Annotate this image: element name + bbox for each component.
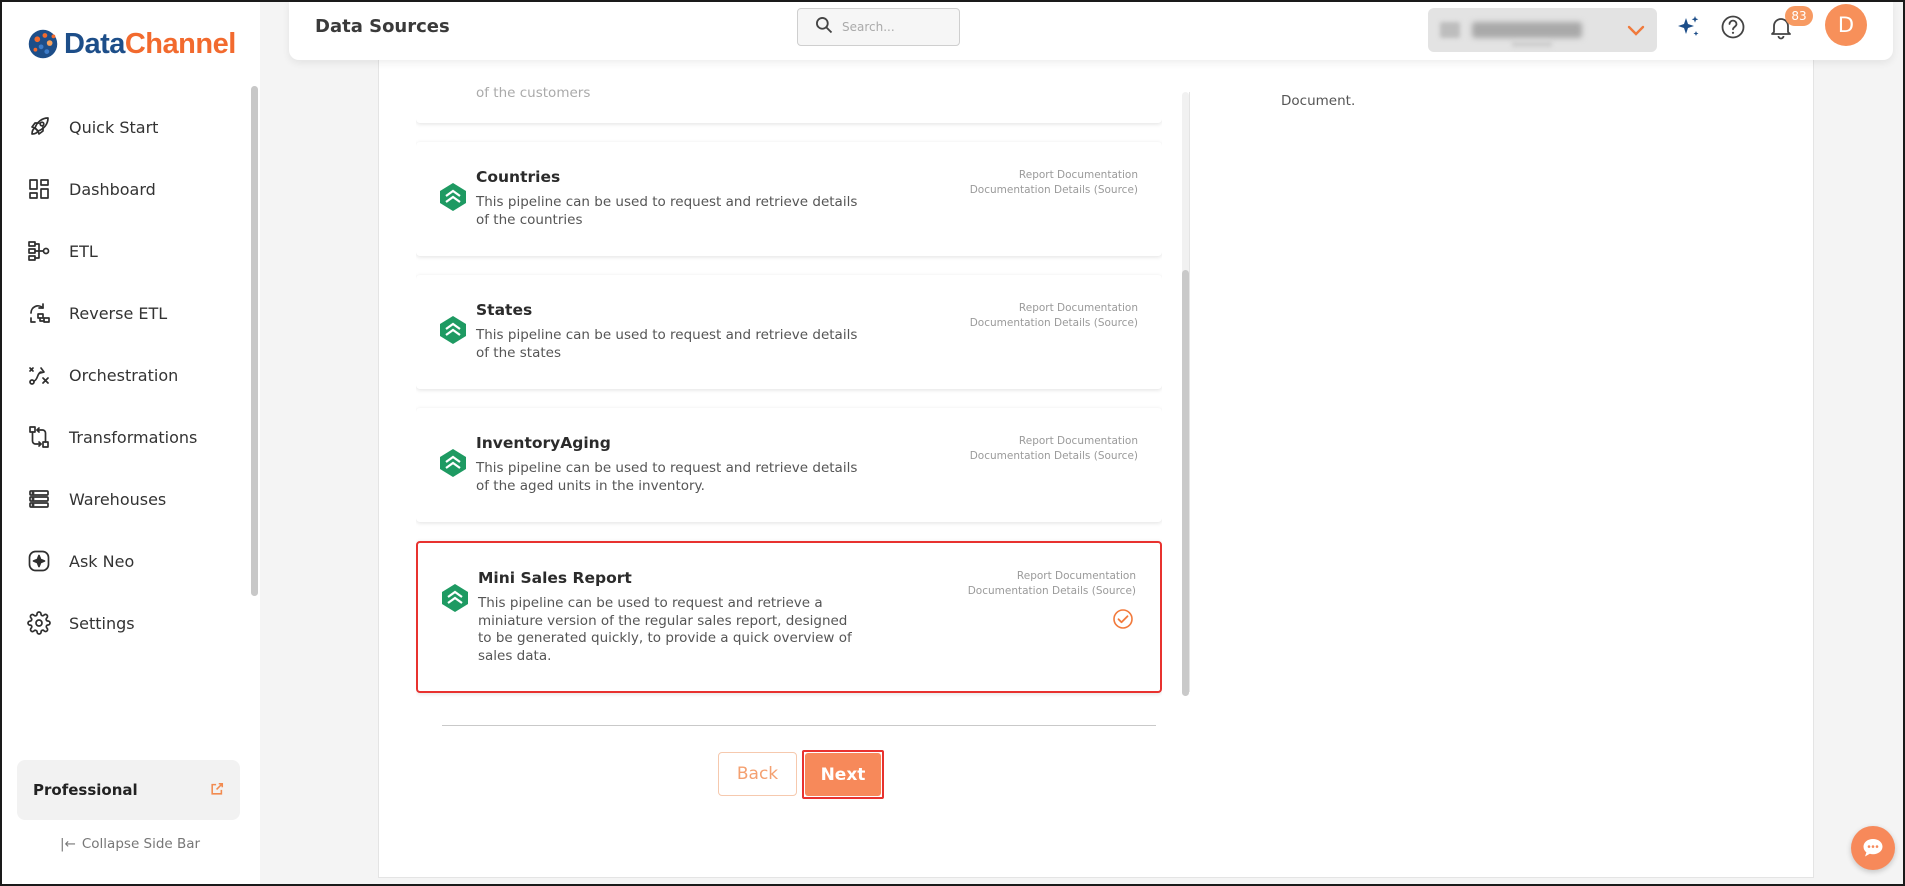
pipeline-name: Countries [476,168,561,186]
pipeline-name: Mini Sales Report [478,569,632,587]
selected-check-icon [1113,609,1133,629]
collapse-arrow-icon: |← [60,836,76,852]
pipeline-card-previous[interactable]: of the customers [416,60,1162,123]
sidebar-item-settings[interactable]: Settings [0,592,250,654]
chat-support-button[interactable] [1851,826,1895,870]
documentation-details-link[interactable]: Documentation Details (Source) [970,449,1138,464]
orchestration-icon [26,362,52,388]
external-link-icon[interactable] [210,781,224,800]
pipeline-description: This pipeline can be used to request and… [476,460,858,494]
sidebar-item-label: Reverse ETL [69,303,168,323]
pipeline-list-scrollbar-thumb[interactable] [1182,270,1189,696]
documentation-details-link[interactable]: Documentation Details (Source) [970,316,1138,331]
datachannel-logo[interactable]: DataChannel [24,22,236,66]
transformations-icon [26,424,52,450]
sidebar-item-orchestration[interactable]: Orchestration [0,344,250,406]
plan-card[interactable]: Professional [17,760,240,820]
sidebar-scrollbar-thumb[interactable] [251,86,258,596]
pipeline-description: This pipeline can be used to request and… [476,194,858,228]
report-documentation-link[interactable]: Report Documentation [970,168,1138,183]
next-button-highlight: Next [802,750,884,799]
search-box[interactable] [797,8,960,46]
collapse-sidebar-label: Collapse Side Bar [81,836,201,852]
pipeline-card-inventoryaging[interactable]: InventoryAging This pipeline can be used… [416,408,1162,522]
search-input[interactable] [842,20,952,34]
rocket-icon [26,114,52,140]
pipeline-name: States [476,301,533,319]
sidebar-item-label: ETL [69,241,98,261]
plan-name: Professional [33,781,138,799]
pipeline-list-scrollbar[interactable] [1182,92,1189,696]
pipeline-card-mini-sales-report[interactable]: Mini Sales Report This pipeline can be u… [416,541,1162,693]
pipeline-doc-links: Report Documentation Documentation Detai… [970,434,1138,464]
user-avatar[interactable]: D [1825,4,1867,46]
pipeline-logo-icon [440,183,466,211]
sidebar-nav: Quick Start Dashboard ETL Reverse ETL Or… [0,96,250,654]
report-documentation-link[interactable]: Report Documentation [968,569,1136,584]
pipeline-logo-icon [440,316,466,344]
chat-bubble-icon [1863,839,1883,857]
sidebar-item-label: Ask Neo [69,551,135,571]
brand-name: DataChannel [64,27,236,60]
pipeline-doc-links: Report Documentation Documentation Detai… [970,301,1138,331]
help-icon[interactable] [1718,12,1748,42]
sidebar-item-label: Orchestration [69,365,179,385]
pipeline-logo-icon [442,584,468,612]
chevron-down-icon [1627,22,1645,41]
sidebar: DataChannel Quick Start Dashboard ETL Re… [0,0,260,886]
ai-sparkle-icon[interactable] [1673,12,1703,42]
search-icon [814,15,834,39]
back-button[interactable]: Back [718,752,797,796]
sidebar-item-dashboard[interactable]: Dashboard [0,158,250,220]
pipeline-description: of the customers [476,85,591,101]
sidebar-item-ask-neo[interactable]: Ask Neo [0,530,250,592]
workspace-name-blurred [1472,22,1582,38]
etl-icon [26,238,52,264]
sidebar-item-label: Warehouses [69,489,167,509]
pipeline-logo-icon [440,449,466,477]
dashboard-icon [26,176,52,202]
next-button[interactable]: Next [805,753,881,796]
sidebar-item-reverse-etl[interactable]: Reverse ETL [0,282,250,344]
sparkle-icon [26,548,52,574]
footer-divider [442,725,1156,726]
sidebar-item-label: Dashboard [69,179,156,199]
pipeline-description: This pipeline can be used to request and… [476,327,858,361]
report-documentation-link[interactable]: Report Documentation [970,301,1138,316]
pipeline-doc-links: Report Documentation Documentation Detai… [970,168,1138,198]
report-documentation-link[interactable]: Report Documentation [970,434,1138,449]
page-title: Data Sources [315,16,450,37]
pipeline-list: of the customers Countries This pipeline… [416,60,1162,700]
pipeline-description: This pipeline can be used to request and… [478,595,852,664]
documentation-details-link[interactable]: Documentation Details (Source) [970,183,1138,198]
sidebar-item-warehouses[interactable]: Warehouses [0,468,250,530]
sidebar-item-etl[interactable]: ETL [0,220,250,282]
documentation-details-link[interactable]: Documentation Details (Source) [968,584,1136,599]
reverse-etl-icon [26,300,52,326]
pipeline-name: InventoryAging [476,434,611,452]
pipeline-doc-links: Report Documentation Documentation Detai… [968,569,1136,599]
collapse-sidebar-button[interactable]: |← Collapse Side Bar [60,836,200,852]
notification-count-badge: 83 [1785,6,1813,26]
sidebar-item-label: Quick Start [69,117,159,137]
sidebar-item-transformations[interactable]: Transformations [0,406,250,468]
sidebar-item-quick-start[interactable]: Quick Start [0,96,250,158]
panel-divider [1189,92,1190,692]
workspace-avatar-blurred [1440,22,1460,38]
workspace-selector[interactable] [1428,8,1657,52]
workspace-subtext-blurred [1512,41,1552,47]
sidebar-scrollbar[interactable] [251,86,258,596]
pipeline-card-countries[interactable]: Countries This pipeline can be used to r… [416,142,1162,256]
gear-icon [26,610,52,636]
globe-logo-icon [28,29,58,59]
warehouses-icon [26,486,52,512]
pipeline-card-states[interactable]: States This pipeline can be used to requ… [416,275,1162,389]
right-panel-text: Document. [1281,93,1356,109]
sidebar-item-label: Transformations [69,427,198,447]
top-header: Data Sources 83 D [289,0,1893,60]
sidebar-item-label: Settings [69,613,135,633]
